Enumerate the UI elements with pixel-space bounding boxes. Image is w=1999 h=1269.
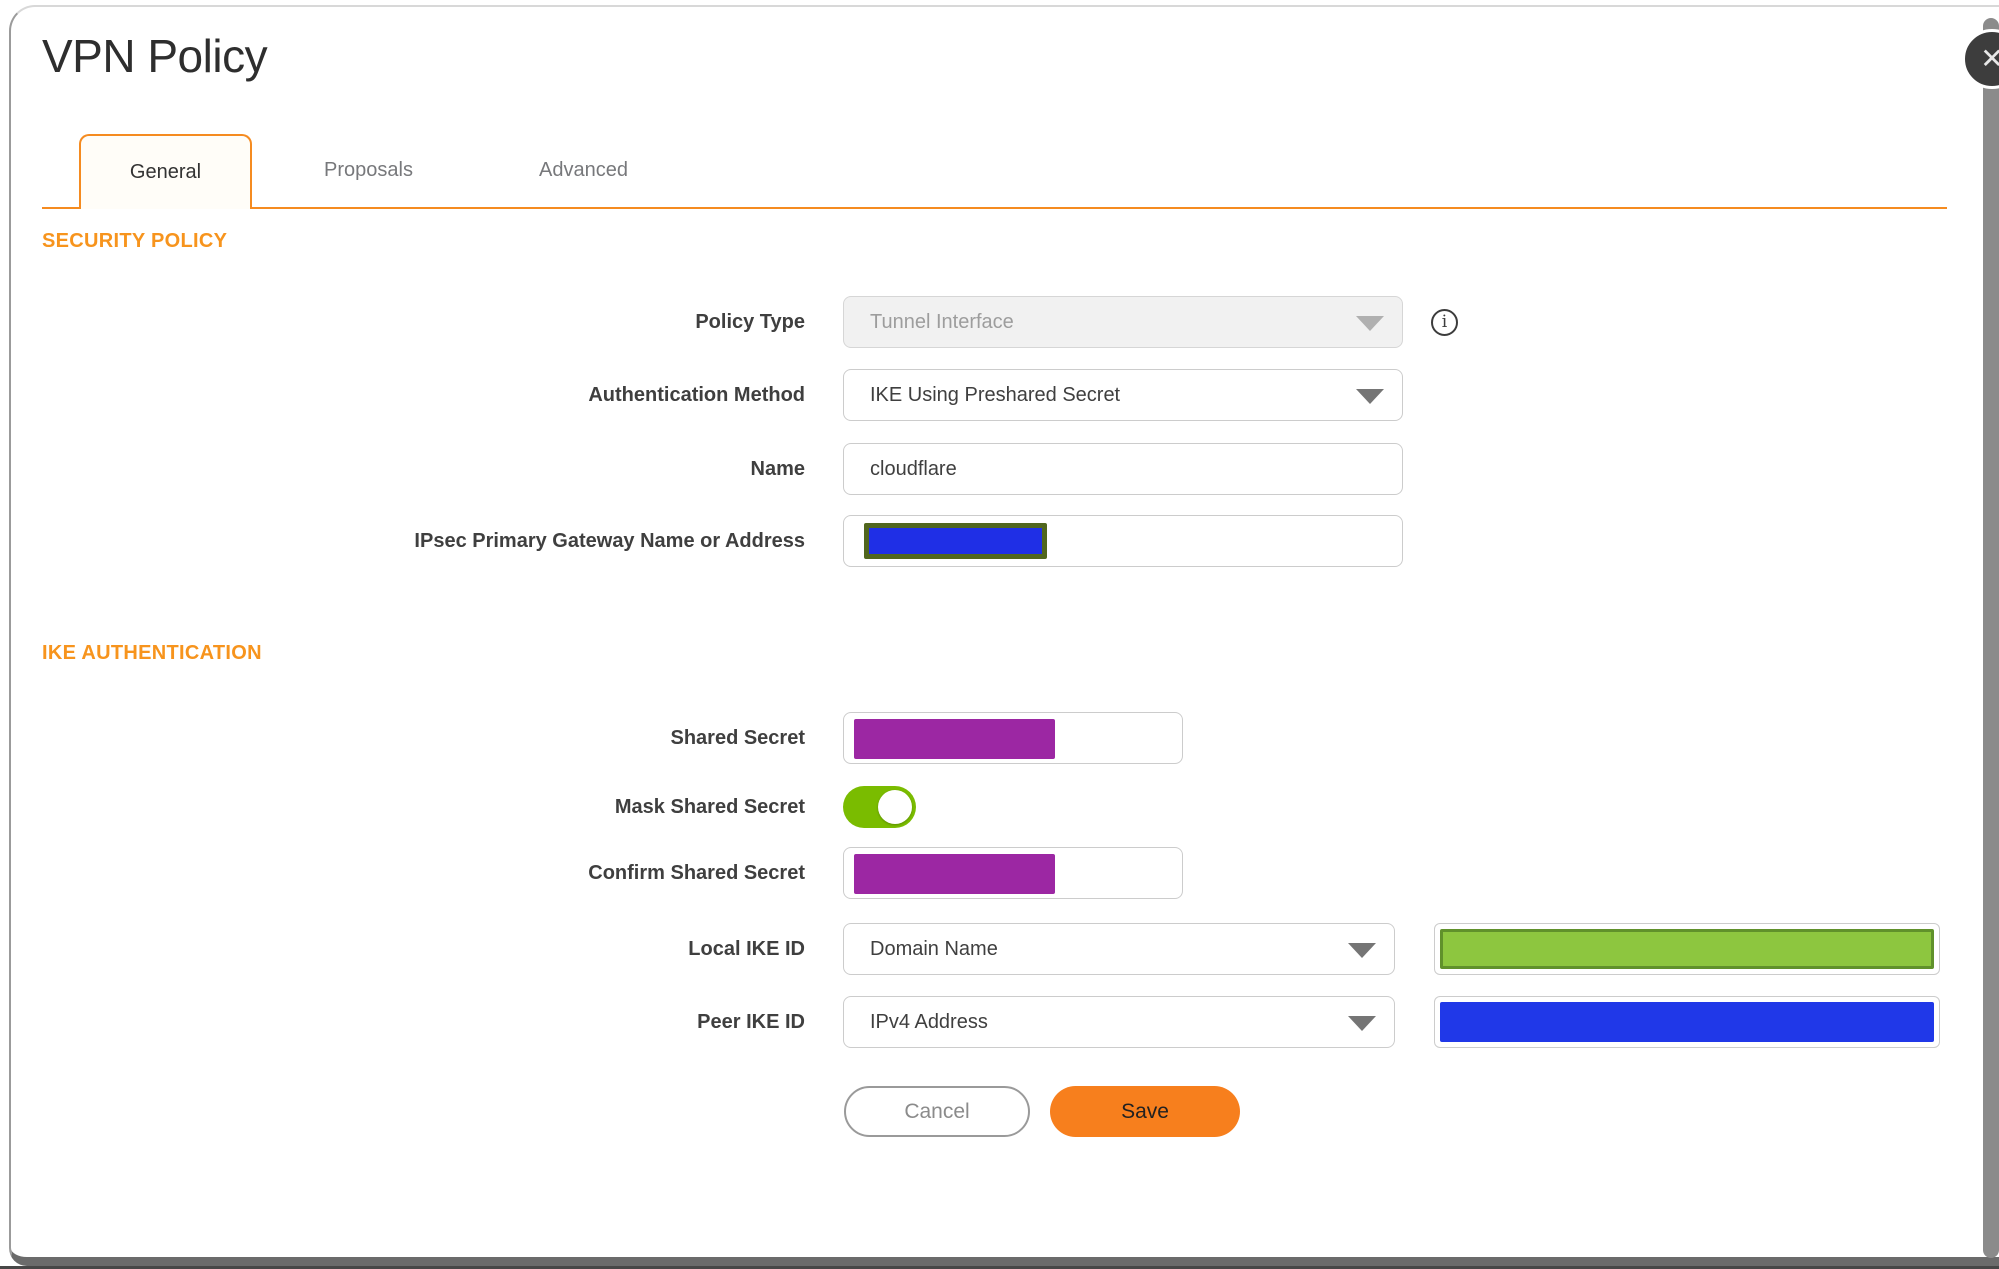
local-ike-id-label: Local IKE ID <box>688 937 805 960</box>
mask-shared-secret-label: Mask Shared Secret <box>614 795 805 818</box>
chevron-down-icon <box>1348 1016 1376 1031</box>
peer-ike-id-row: Peer IKE ID IPv4 Address <box>42 996 1999 1048</box>
policy-type-value: Tunnel Interface <box>870 310 1014 333</box>
local-ike-id-row: Local IKE ID Domain Name <box>42 923 1999 975</box>
name-label: Name <box>750 457 805 480</box>
confirm-shared-secret-row: Confirm Shared Secret <box>42 847 1999 899</box>
chevron-down-icon <box>1356 389 1384 404</box>
name-row: Name <box>42 443 1999 495</box>
name-input[interactable] <box>843 443 1403 495</box>
confirm-shared-secret-label: Confirm Shared Secret <box>588 861 805 884</box>
policy-type-select: Tunnel Interface <box>843 296 1403 348</box>
local-ike-id-type-value: Domain Name <box>870 937 998 960</box>
tab-bar: General Proposals Advanced <box>42 134 1947 209</box>
auth-method-select[interactable]: IKE Using Preshared Secret <box>843 369 1403 421</box>
vpn-policy-dialog: VPN Policy General Proposals Advanced SE… <box>9 5 1999 1266</box>
local-ike-id-select[interactable]: Domain Name <box>843 923 1395 975</box>
redacted-peer-ike-id-value <box>1440 1002 1934 1042</box>
tab-advanced[interactable]: Advanced <box>497 134 670 207</box>
tab-proposals[interactable]: Proposals <box>282 134 455 207</box>
gateway-row: IPsec Primary Gateway Name or Address <box>42 515 1999 567</box>
peer-ike-id-label: Peer IKE ID <box>697 1010 805 1033</box>
auth-method-label: Authentication Method <box>588 383 805 406</box>
redacted-shared-secret-value <box>854 719 1055 759</box>
shared-secret-row: Shared Secret <box>42 712 1999 764</box>
gateway-input[interactable] <box>843 515 1403 567</box>
cancel-button[interactable]: Cancel <box>844 1086 1030 1137</box>
shared-secret-label: Shared Secret <box>670 726 805 749</box>
policy-type-row: Policy Type Tunnel Interface i <box>42 296 1999 348</box>
scrollbar[interactable] <box>1983 18 1999 1258</box>
local-ike-id-input[interactable] <box>1434 923 1940 975</box>
page-title: VPN Policy <box>42 30 268 82</box>
chevron-down-icon <box>1356 316 1384 331</box>
section-security-policy: SECURITY POLICY <box>42 230 228 252</box>
mask-shared-secret-toggle[interactable] <box>843 786 916 828</box>
info-icon[interactable]: i <box>1431 308 1458 336</box>
policy-type-label: Policy Type <box>695 310 805 333</box>
section-ike-authentication: IKE AUTHENTICATION <box>42 642 262 664</box>
auth-method-row: Authentication Method IKE Using Preshare… <box>42 369 1999 421</box>
save-button[interactable]: Save <box>1050 1086 1240 1137</box>
redacted-local-ike-id-value <box>1440 929 1934 969</box>
chevron-down-icon <box>1348 943 1376 958</box>
confirm-shared-secret-input[interactable] <box>843 847 1183 899</box>
peer-ike-id-select[interactable]: IPv4 Address <box>843 996 1395 1048</box>
tab-general[interactable]: General <box>79 134 252 209</box>
action-buttons: Cancel Save <box>844 1086 1999 1137</box>
toggle-knob <box>878 790 912 824</box>
auth-method-value: IKE Using Preshared Secret <box>870 383 1121 406</box>
gateway-label: IPsec Primary Gateway Name or Address <box>414 529 805 552</box>
peer-ike-id-input[interactable] <box>1434 996 1940 1048</box>
peer-ike-id-type-value: IPv4 Address <box>870 1010 988 1033</box>
shared-secret-input[interactable] <box>843 712 1183 764</box>
redacted-confirm-shared-secret-value <box>854 854 1055 894</box>
mask-shared-secret-row: Mask Shared Secret <box>42 786 1999 828</box>
redacted-gateway-value <box>864 523 1047 559</box>
